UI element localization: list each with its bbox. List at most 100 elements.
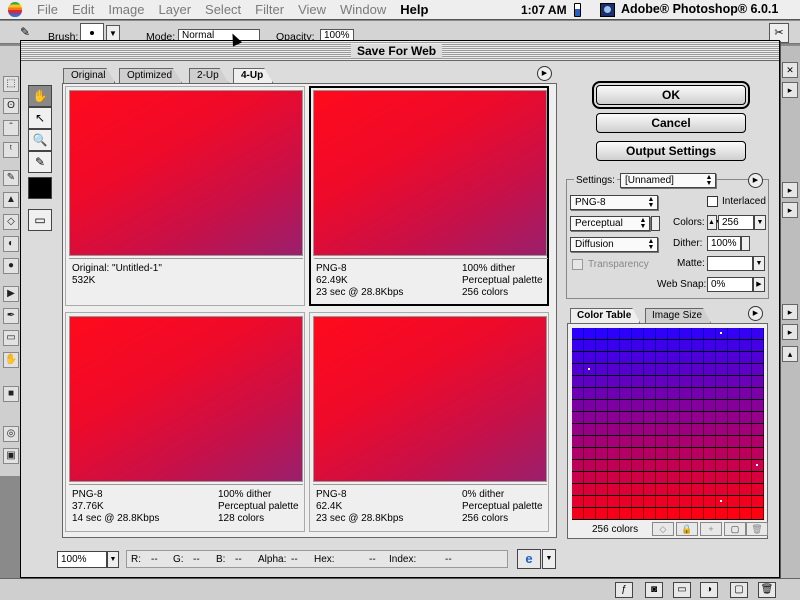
menu-window[interactable]: Window [333, 2, 393, 17]
path-tool-icon[interactable]: ▶ [3, 286, 19, 302]
browser-dropdown-icon[interactable]: ▼ [542, 549, 556, 569]
preview-pane-optimized-3[interactable]: PNG-8 62.4K 23 sec @ 28.8Kbps 0% dither … [309, 312, 549, 532]
color-swatch[interactable] [656, 340, 668, 352]
color-swatch[interactable] [668, 460, 680, 472]
colors-dropdown-icon[interactable]: ▼ [754, 215, 766, 230]
marquee-tool-icon[interactable]: ⬚ [3, 76, 19, 92]
slice-select-tool-icon[interactable]: ↖ [28, 107, 52, 129]
color-swatch[interactable] [572, 376, 584, 388]
color-swatch[interactable] [584, 364, 596, 376]
color-swatch[interactable] [752, 448, 764, 460]
tab-4-up[interactable]: 4-Up [233, 68, 273, 83]
color-swatch[interactable] [656, 388, 668, 400]
color-swatch[interactable] [716, 364, 728, 376]
menu-select[interactable]: Select [198, 2, 248, 17]
preview-pane-original[interactable]: Original: "Untitled-1" 532K [65, 86, 305, 306]
color-swatch[interactable] [572, 400, 584, 412]
color-swatch[interactable] [752, 412, 764, 424]
color-swatch[interactable] [620, 496, 632, 508]
dodge-tool-icon[interactable]: ● [3, 258, 19, 274]
color-swatch[interactable] [704, 352, 716, 364]
preview-image[interactable] [313, 90, 547, 256]
color-swatch[interactable] [596, 388, 608, 400]
color-swatch[interactable] [692, 412, 704, 424]
color-swatch[interactable] [656, 364, 668, 376]
healing-tool-icon[interactable]: ✎ [3, 170, 19, 186]
color-swatch[interactable] [632, 352, 644, 364]
color-swatch[interactable] [692, 400, 704, 412]
quickmask-icon[interactable]: ◎ [3, 426, 19, 442]
color-swatch[interactable] [680, 436, 692, 448]
color-swatch[interactable] [584, 340, 596, 352]
color-swatch[interactable] [608, 364, 620, 376]
color-swatch[interactable] [728, 400, 740, 412]
color-swatch[interactable] [656, 448, 668, 460]
color-swatch[interactable] [716, 400, 728, 412]
color-swatch[interactable] [632, 400, 644, 412]
color-swatch[interactable] [644, 496, 656, 508]
photoshop-app-icon[interactable] [600, 3, 615, 17]
color-swatch[interactable] [752, 496, 764, 508]
color-swatch[interactable] [692, 328, 704, 340]
color-swatch[interactable] [572, 436, 584, 448]
color-swatch[interactable] [644, 484, 656, 496]
color-swatch[interactable] [752, 352, 764, 364]
color-swatch[interactable] [680, 496, 692, 508]
color-swatch[interactable] [740, 448, 752, 460]
file-format-popup[interactable]: PNG-8 ▲ ▼ [570, 195, 658, 210]
shape-tool-icon[interactable]: ▭ [3, 330, 19, 346]
delete-color-icon[interactable]: 🗑 [746, 522, 768, 536]
color-swatch[interactable] [752, 340, 764, 352]
color-swatch[interactable] [632, 460, 644, 472]
scroll-icon[interactable]: ▴ [782, 346, 798, 362]
color-swatch[interactable] [620, 388, 632, 400]
color-swatch[interactable] [668, 352, 680, 364]
tab-optimized[interactable]: Optimized [119, 68, 182, 83]
output-settings-button[interactable]: Output Settings [596, 141, 746, 161]
color-swatch[interactable] [752, 376, 764, 388]
zoom-tool-icon[interactable]: 🔍 [28, 129, 52, 151]
color-swatch[interactable] [752, 424, 764, 436]
color-swatch[interactable] [740, 388, 752, 400]
color-swatch[interactable] [608, 424, 620, 436]
color-swatch[interactable] [656, 472, 668, 484]
color-swatch[interactable] [740, 460, 752, 472]
color-swatch[interactable] [620, 364, 632, 376]
preview-image[interactable] [313, 316, 547, 482]
color-swatch[interactable] [704, 496, 716, 508]
color-swatch[interactable] [596, 484, 608, 496]
color-swatch[interactable] [644, 376, 656, 388]
color-swatch[interactable] [620, 472, 632, 484]
color-swatch[interactable] [668, 412, 680, 424]
color-swatch[interactable] [704, 424, 716, 436]
color-swatch[interactable] [572, 340, 584, 352]
color-swatch[interactable] [704, 436, 716, 448]
color-swatch[interactable] [668, 340, 680, 352]
color-swatch[interactable] [620, 508, 632, 520]
color-swatch[interactable] [596, 424, 608, 436]
color-swatch[interactable] [680, 460, 692, 472]
color-swatch[interactable] [668, 484, 680, 496]
color-swatch[interactable] [632, 424, 644, 436]
color-swatch[interactable] [704, 340, 716, 352]
pen-tool-icon[interactable]: ✒ [3, 308, 19, 324]
color-swatch[interactable] [644, 352, 656, 364]
color-swatch[interactable] [692, 508, 704, 520]
color-swatch[interactable] [632, 328, 644, 340]
color-swatch[interactable] [656, 436, 668, 448]
color-swatch[interactable] [632, 412, 644, 424]
color-swatch[interactable] [740, 472, 752, 484]
palette-menu-icon[interactable]: ▸ [782, 182, 798, 198]
color-swatch[interactable] [740, 328, 752, 340]
color-swatch[interactable] [692, 496, 704, 508]
color-swatch[interactable] [584, 472, 596, 484]
color-swatch[interactable] [608, 352, 620, 364]
color-swatch[interactable] [752, 460, 764, 472]
color-swatch[interactable] [656, 352, 668, 364]
color-swatch[interactable] [608, 340, 620, 352]
color-swatch[interactable] [644, 436, 656, 448]
matte-dropdown-icon[interactable]: ▼ [753, 256, 765, 271]
color-swatch[interactable] [680, 424, 692, 436]
color-swatch[interactable] [596, 472, 608, 484]
color-swatch[interactable] [584, 352, 596, 364]
